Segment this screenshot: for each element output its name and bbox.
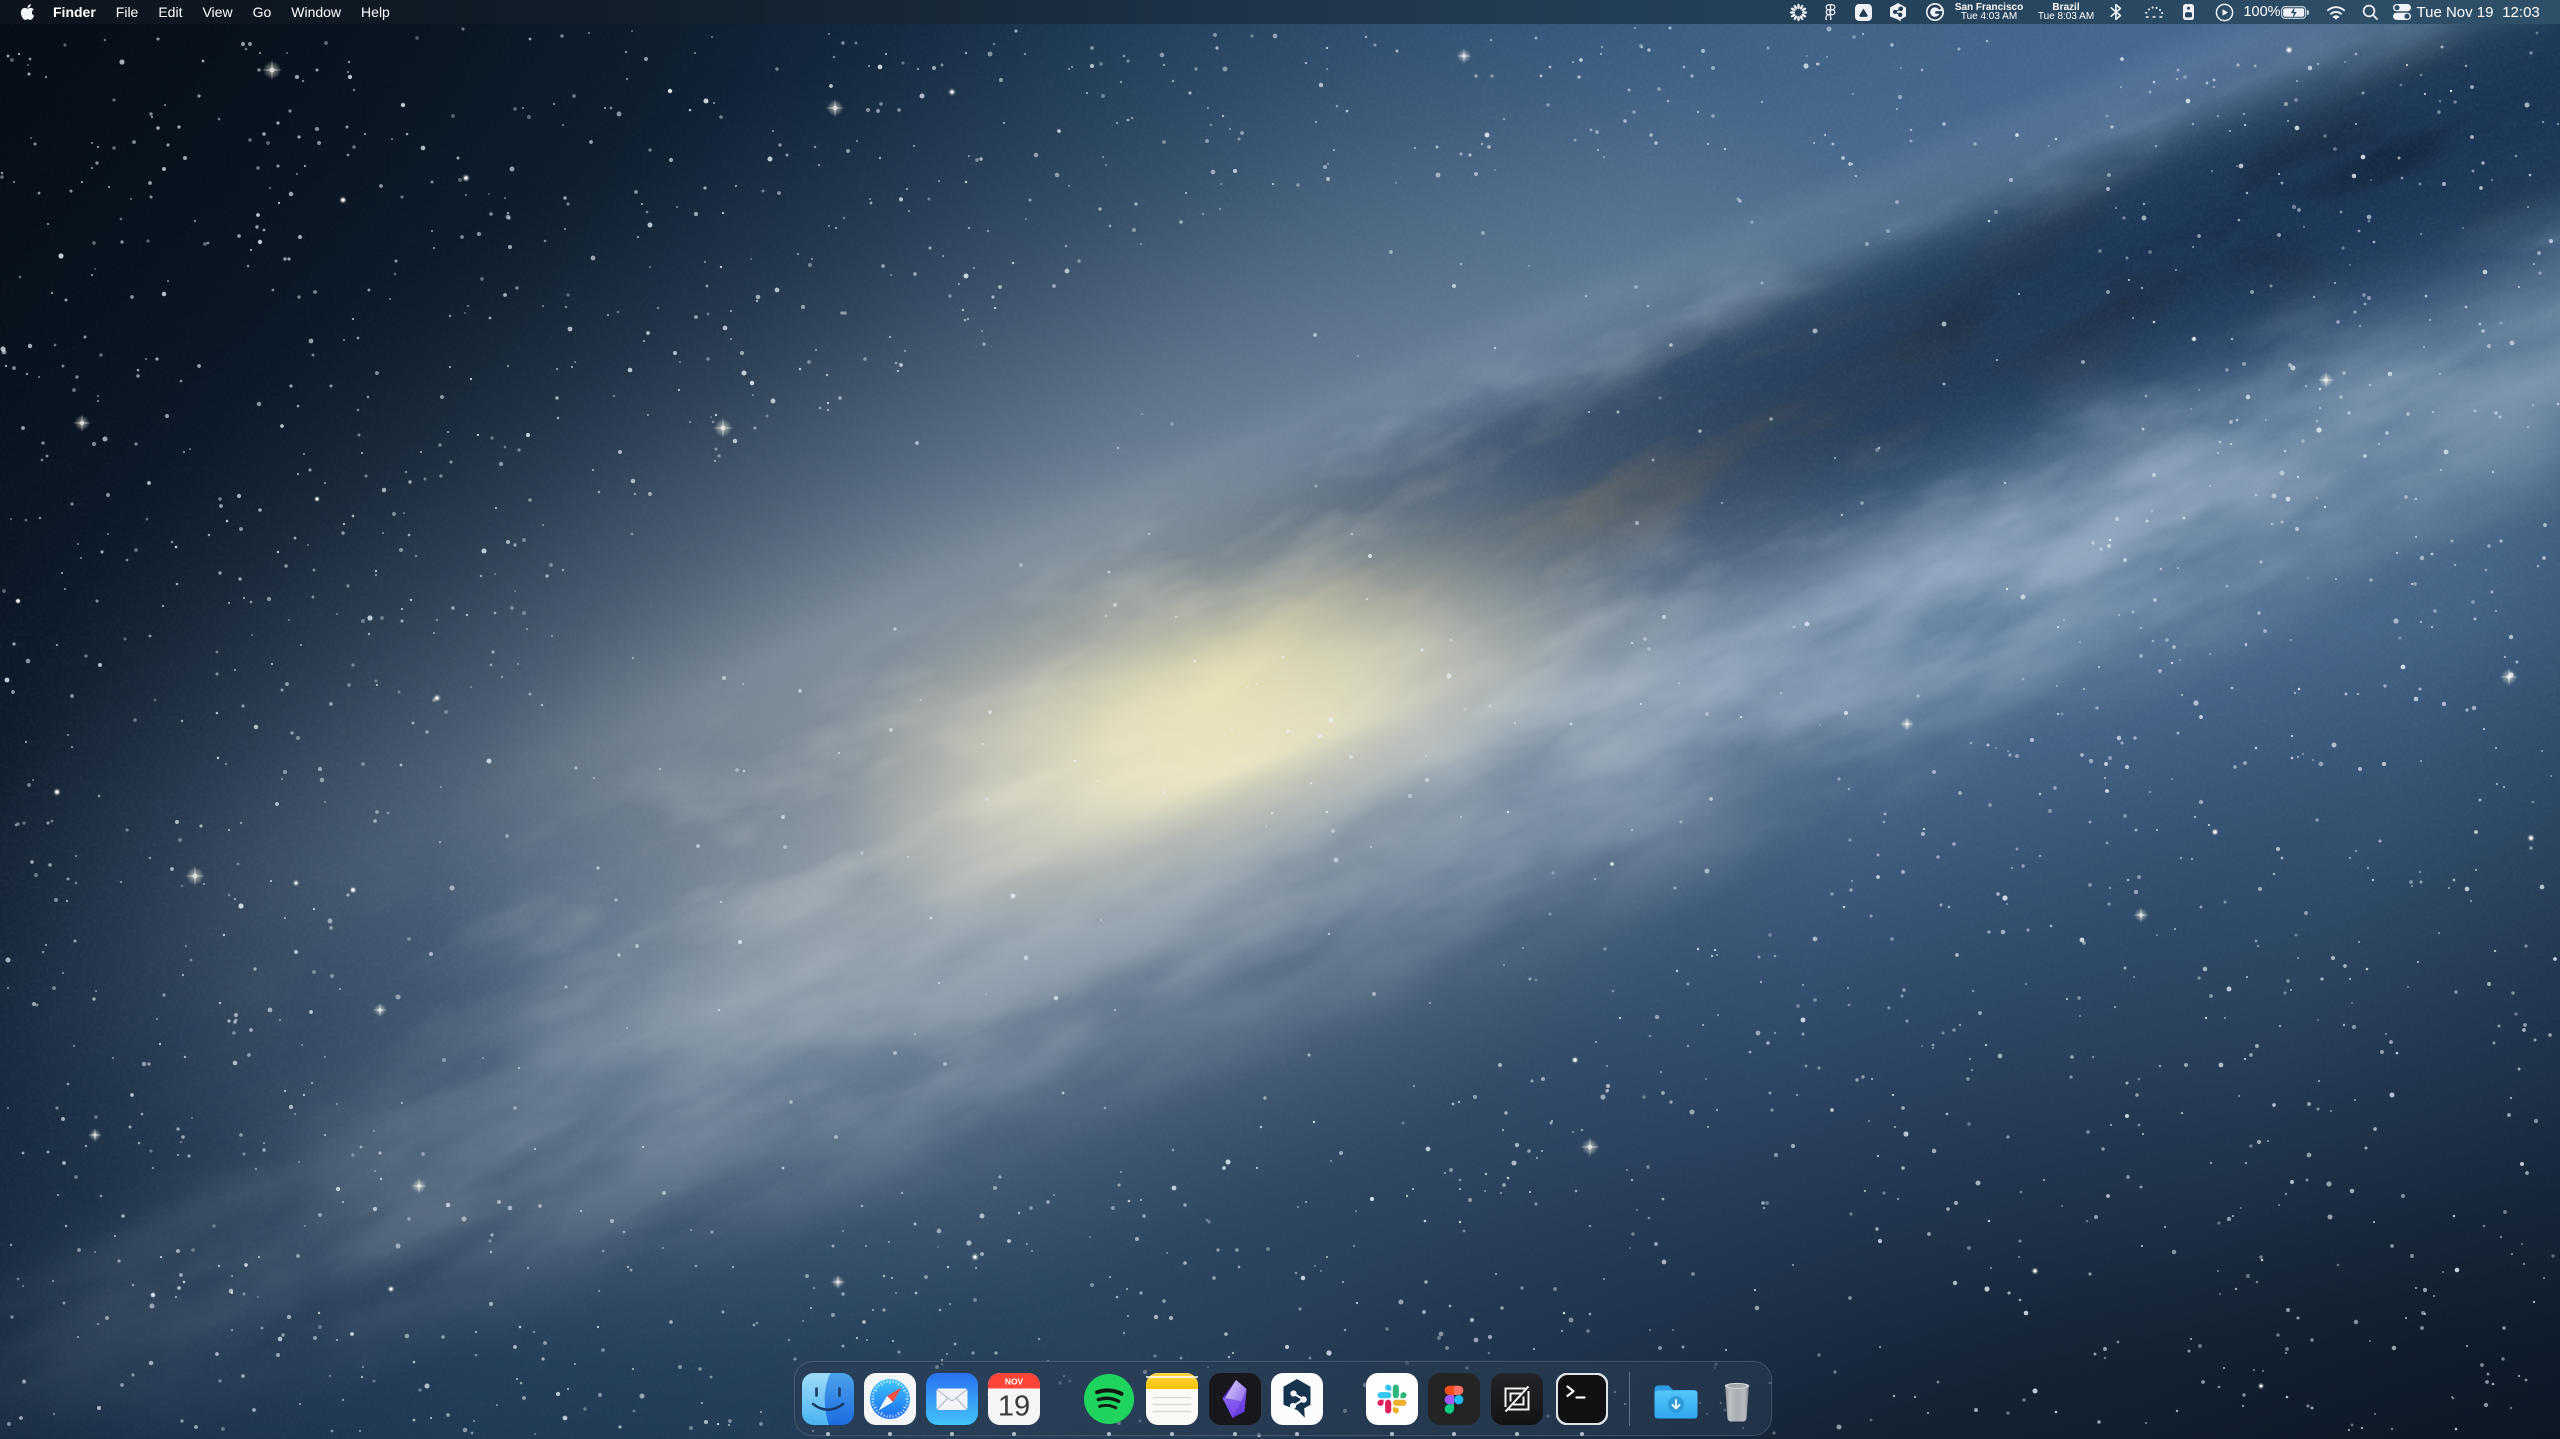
svg-text:NOV: NOV xyxy=(1005,1377,1024,1387)
svg-text:19: 19 xyxy=(998,1391,1030,1423)
